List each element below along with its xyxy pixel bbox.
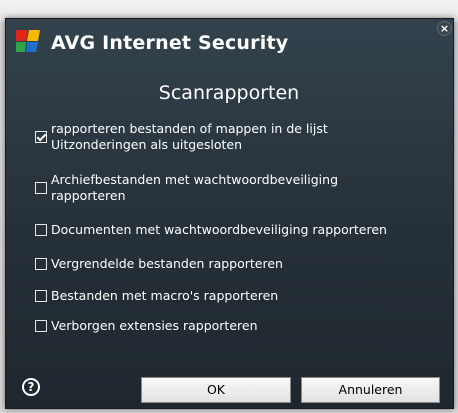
close-button[interactable]: × xyxy=(437,21,452,36)
option-hidden-extensions[interactable]: Verborgen extensies rapporteren xyxy=(35,318,258,334)
help-icon[interactable]: ? xyxy=(22,378,40,396)
product-name: Internet Security xyxy=(102,32,289,54)
option-locked-files[interactable]: Vergrendelde bestanden rapporteren xyxy=(35,256,283,272)
app-title: AVG Internet Security xyxy=(51,32,288,54)
brand-name: AVG xyxy=(51,32,96,54)
option-macro-files[interactable]: Bestanden met macro's rapporteren xyxy=(35,288,278,304)
checkbox-password-documents[interactable] xyxy=(35,224,47,236)
option-label: Verborgen extensies rapporteren xyxy=(51,318,258,333)
option-label: rapporteren bestanden of mappen in de li… xyxy=(51,121,328,152)
option-label: Archiefbestanden met wachtwoordbeveiligi… xyxy=(51,172,339,203)
option-report-exclusions[interactable]: rapporteren bestanden of mappen in de li… xyxy=(35,121,328,153)
close-icon: × xyxy=(439,22,450,35)
checkbox-locked-files[interactable] xyxy=(35,258,47,270)
option-password-documents[interactable]: Documenten met wachtwoordbeveiliging rap… xyxy=(35,222,387,238)
option-label: Bestanden met macro's rapporteren xyxy=(51,288,279,303)
option-label: Vergrendelde bestanden rapporteren xyxy=(51,256,283,271)
cancel-button[interactable]: Annuleren xyxy=(301,377,440,403)
option-password-archives[interactable]: Archiefbestanden met wachtwoordbeveiligi… xyxy=(35,172,338,204)
checkbox-hidden-extensions[interactable] xyxy=(35,320,47,332)
avg-logo-icon xyxy=(16,30,40,52)
dialog-title: Scanrapporten xyxy=(158,82,300,104)
scan-reports-dialog xyxy=(5,18,454,409)
checkbox-report-exclusions[interactable] xyxy=(35,131,47,143)
option-label: Documenten met wachtwoordbeveiliging rap… xyxy=(51,222,387,237)
checkbox-macro-files[interactable] xyxy=(35,290,47,302)
checkbox-password-archives[interactable] xyxy=(35,182,47,194)
ok-button[interactable]: OK xyxy=(141,377,291,403)
